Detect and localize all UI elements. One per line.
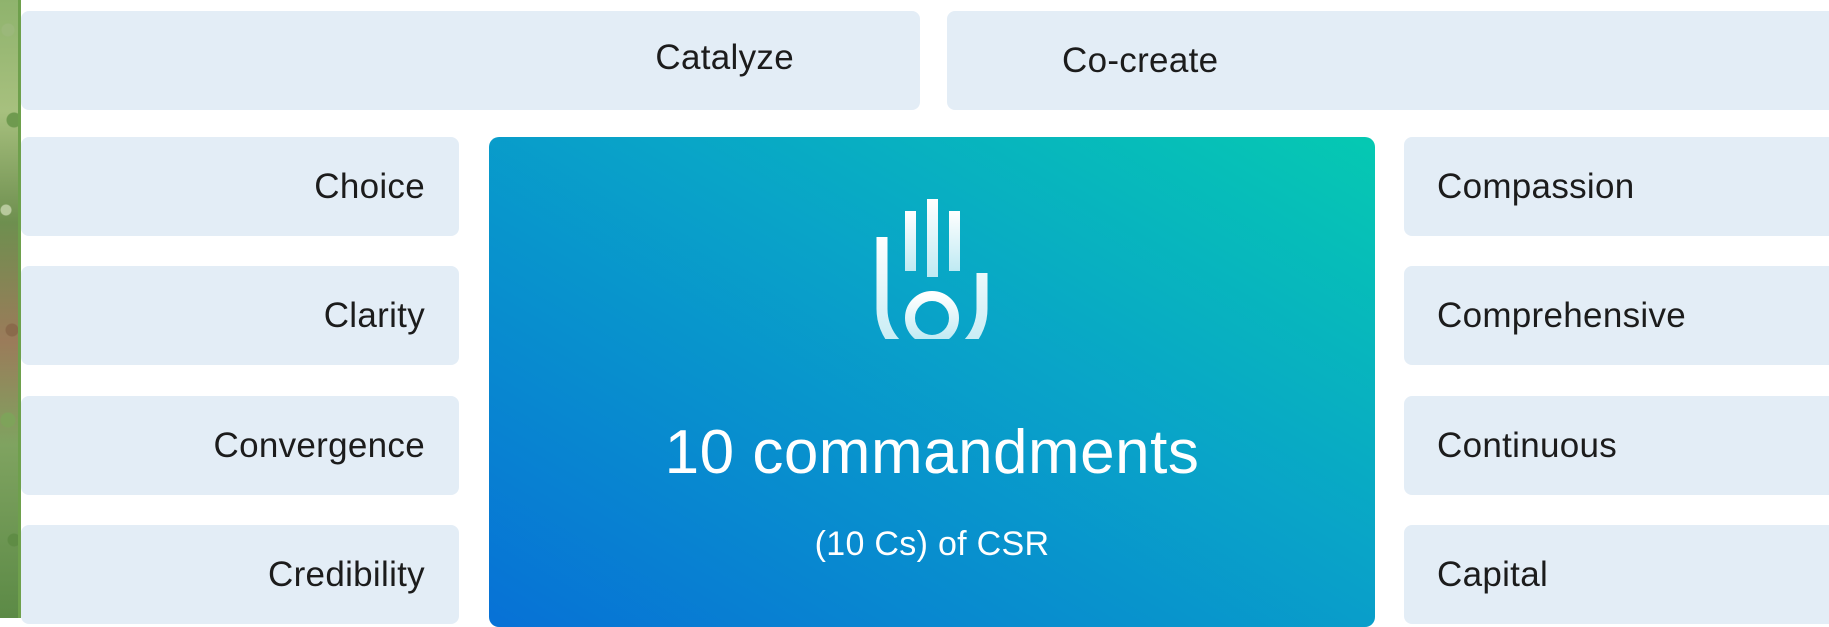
capital-label: Capital [1437,554,1549,594]
center-title: 10 commandments [664,418,1200,487]
comprehensive-label: Comprehensive [1437,295,1687,335]
right-box-compassion: Compassion [1404,137,1829,236]
left-box-convergence: Convergence [21,396,459,495]
top-left-box-catalyze: Catalyze [21,11,920,110]
co-create-label: Co-create [1062,40,1219,80]
center-subtitle: (10 Cs) of CSR [814,525,1050,563]
top-right-box-co-create: Co-create [947,11,1829,110]
clarity-label: Clarity [323,295,425,335]
compassion-label: Compassion [1437,166,1635,206]
left-box-choice: Choice [21,137,459,236]
left-box-clarity: Clarity [21,266,459,365]
center-card: 10 commandments (10 Cs) of CSR [489,137,1375,627]
catalyze-label: Catalyze [655,37,794,77]
right-box-capital: Capital [1404,525,1829,624]
credibility-label: Credibility [268,554,425,594]
background-photo-strip [0,0,21,618]
left-box-credibility: Credibility [21,525,459,624]
right-box-comprehensive: Comprehensive [1404,266,1829,365]
hand-icon [876,199,988,339]
convergence-label: Convergence [213,425,425,465]
continuous-label: Continuous [1437,425,1618,465]
right-box-continuous: Continuous [1404,396,1829,495]
choice-label: Choice [314,166,425,206]
